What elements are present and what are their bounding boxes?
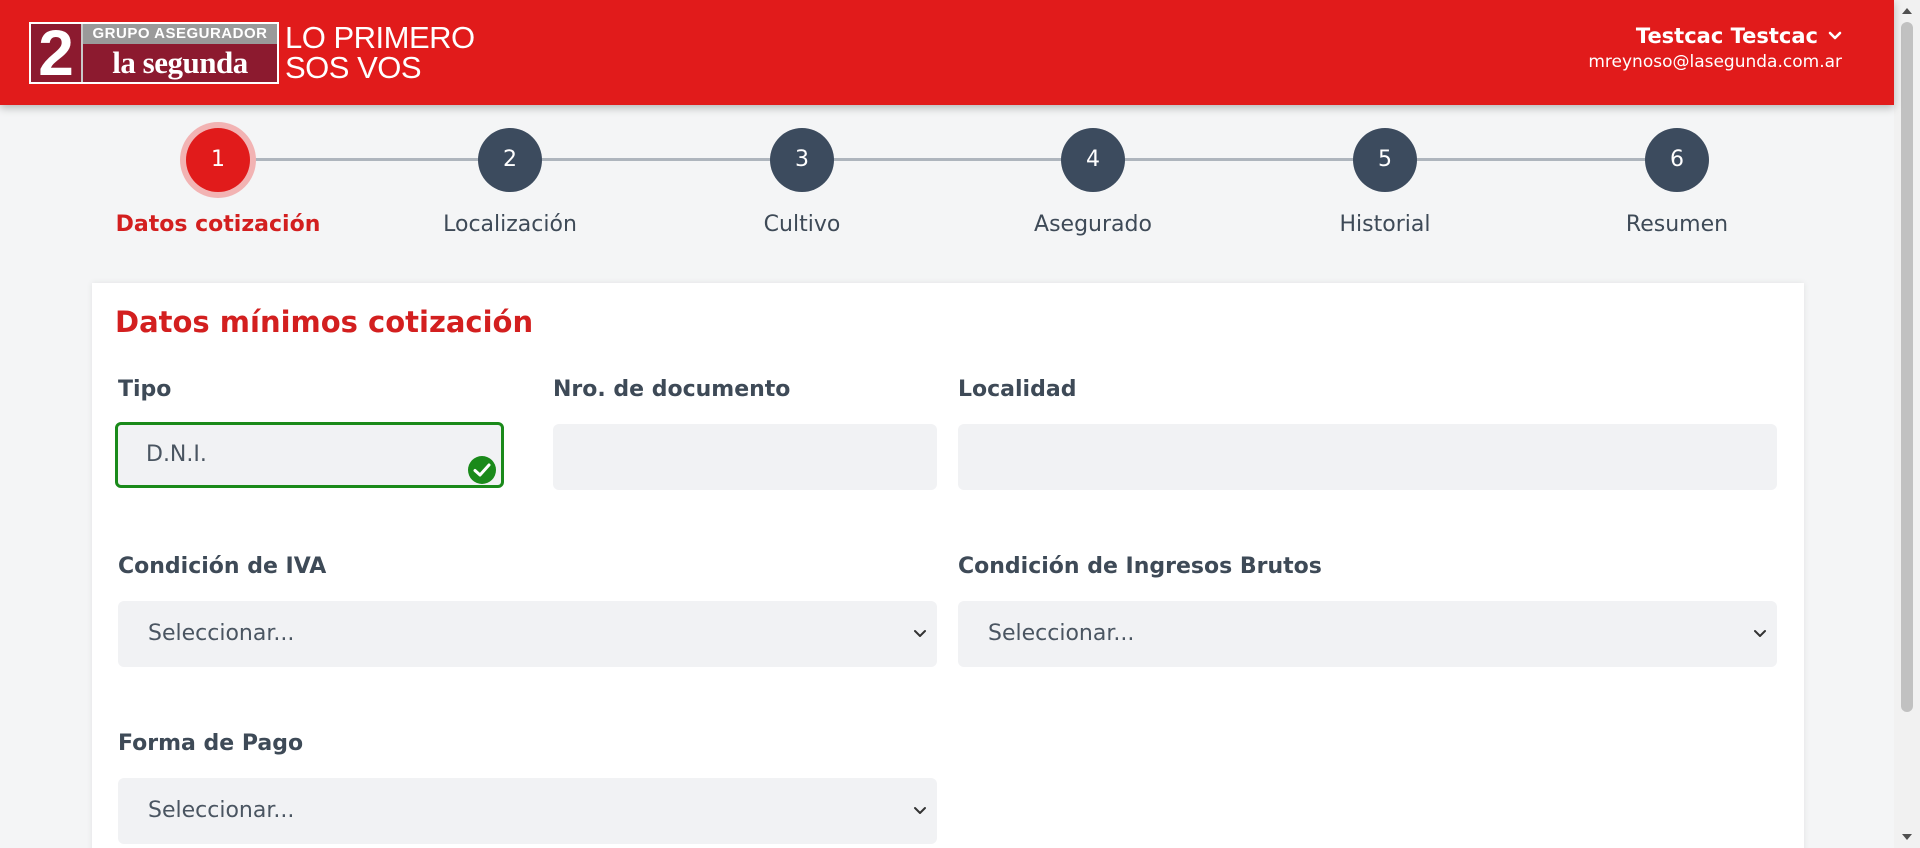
step-number-4[interactable]: 4 <box>1061 128 1125 192</box>
condicion-ingresos-select[interactable]: Seleccionar... <box>958 601 1777 667</box>
logo-words: GRUPO ASEGURADOR la segunda <box>83 24 277 82</box>
chevron-down-icon <box>914 630 926 637</box>
quote-form-card: Datos mínimos cotización Tipo D.N.I. Nro… <box>92 283 1804 848</box>
condicion-iva-value: Seleccionar... <box>148 621 295 646</box>
tipo-value: D.N.I. <box>146 442 207 467</box>
tipo-select[interactable]: D.N.I. <box>115 422 504 488</box>
step-label-2: Localización <box>443 212 577 237</box>
step-asegurado[interactable]: 4 Asegurado <box>973 128 1213 237</box>
condicion-ingresos-value: Seleccionar... <box>988 621 1135 646</box>
step-label-5: Historial <box>1339 212 1431 237</box>
step-number-3[interactable]: 3 <box>770 128 834 192</box>
chevron-down-icon <box>1754 630 1766 637</box>
forma-pago-value: Seleccionar... <box>148 798 295 823</box>
nro-documento-label: Nro. de documento <box>553 377 791 402</box>
condicion-iva-label: Condición de IVA <box>118 554 327 579</box>
brand-logo[interactable]: 2 GRUPO ASEGURADOR la segunda LO PRIMERO… <box>29 20 475 85</box>
tagline-line-1: LO PRIMERO <box>285 20 475 55</box>
form-title: Datos mínimos cotización <box>115 305 534 339</box>
logo-number: 2 <box>31 21 83 85</box>
scroll-up-arrow-icon[interactable] <box>1894 0 1920 22</box>
forma-pago-label: Forma de Pago <box>118 731 304 756</box>
condicion-iva-select[interactable]: Seleccionar... <box>118 601 937 667</box>
user-name-toggle[interactable]: Testcac Testcac <box>1588 24 1842 48</box>
condicion-ingresos-label: Condición de Ingresos Brutos <box>958 554 1322 579</box>
logo-mark: 2 GRUPO ASEGURADOR la segunda <box>29 21 279 85</box>
step-localizacion[interactable]: 2 Localización <box>390 128 630 237</box>
chevron-down-icon[interactable] <box>1828 29 1842 43</box>
step-historial[interactable]: 5 Historial <box>1265 128 1505 237</box>
tagline-line-2: SOS VOS <box>285 50 422 85</box>
logo-bottom-text: la segunda <box>83 44 277 82</box>
scroll-down-arrow-icon[interactable] <box>1894 826 1920 848</box>
user-name: Testcac Testcac <box>1635 24 1818 48</box>
step-cultivo[interactable]: 3 Cultivo <box>682 128 922 237</box>
chevron-down-icon <box>914 807 926 814</box>
user-email: mreynoso@lasegunda.com.ar <box>1588 52 1842 72</box>
step-label-4: Asegurado <box>1034 212 1152 237</box>
brand-tagline: LO PRIMERO SOS VOS <box>285 20 475 85</box>
page-scrollbar[interactable] <box>1894 0 1920 848</box>
step-number-1[interactable]: 1 <box>186 128 250 192</box>
localidad-input[interactable] <box>958 424 1777 490</box>
user-menu[interactable]: Testcac Testcac mreynoso@lasegunda.com.a… <box>1588 24 1842 72</box>
step-label-6: Resumen <box>1625 212 1729 237</box>
step-label-3: Cultivo <box>763 212 841 237</box>
step-datos-cotizacion[interactable]: 1 Datos cotización <box>98 128 338 237</box>
tipo-label: Tipo <box>118 377 172 402</box>
step-number-5[interactable]: 5 <box>1353 128 1417 192</box>
step-number-6[interactable]: 6 <box>1645 128 1709 192</box>
step-number-2[interactable]: 2 <box>478 128 542 192</box>
step-resumen[interactable]: 6 Resumen <box>1557 128 1797 237</box>
app-header: 2 GRUPO ASEGURADOR la segunda LO PRIMERO… <box>0 0 1894 105</box>
step-label-1: Datos cotización <box>115 212 321 237</box>
scrollbar-thumb[interactable] <box>1901 22 1913 712</box>
logo-top-text: GRUPO ASEGURADOR <box>83 24 277 44</box>
check-circle-icon <box>468 456 496 484</box>
progress-stepper: 1 Datos cotización 2 Localización 3 Cult… <box>0 105 1894 255</box>
localidad-label: Localidad <box>958 377 1077 402</box>
forma-pago-select[interactable]: Seleccionar... <box>118 778 937 844</box>
nro-documento-input[interactable] <box>553 424 937 490</box>
